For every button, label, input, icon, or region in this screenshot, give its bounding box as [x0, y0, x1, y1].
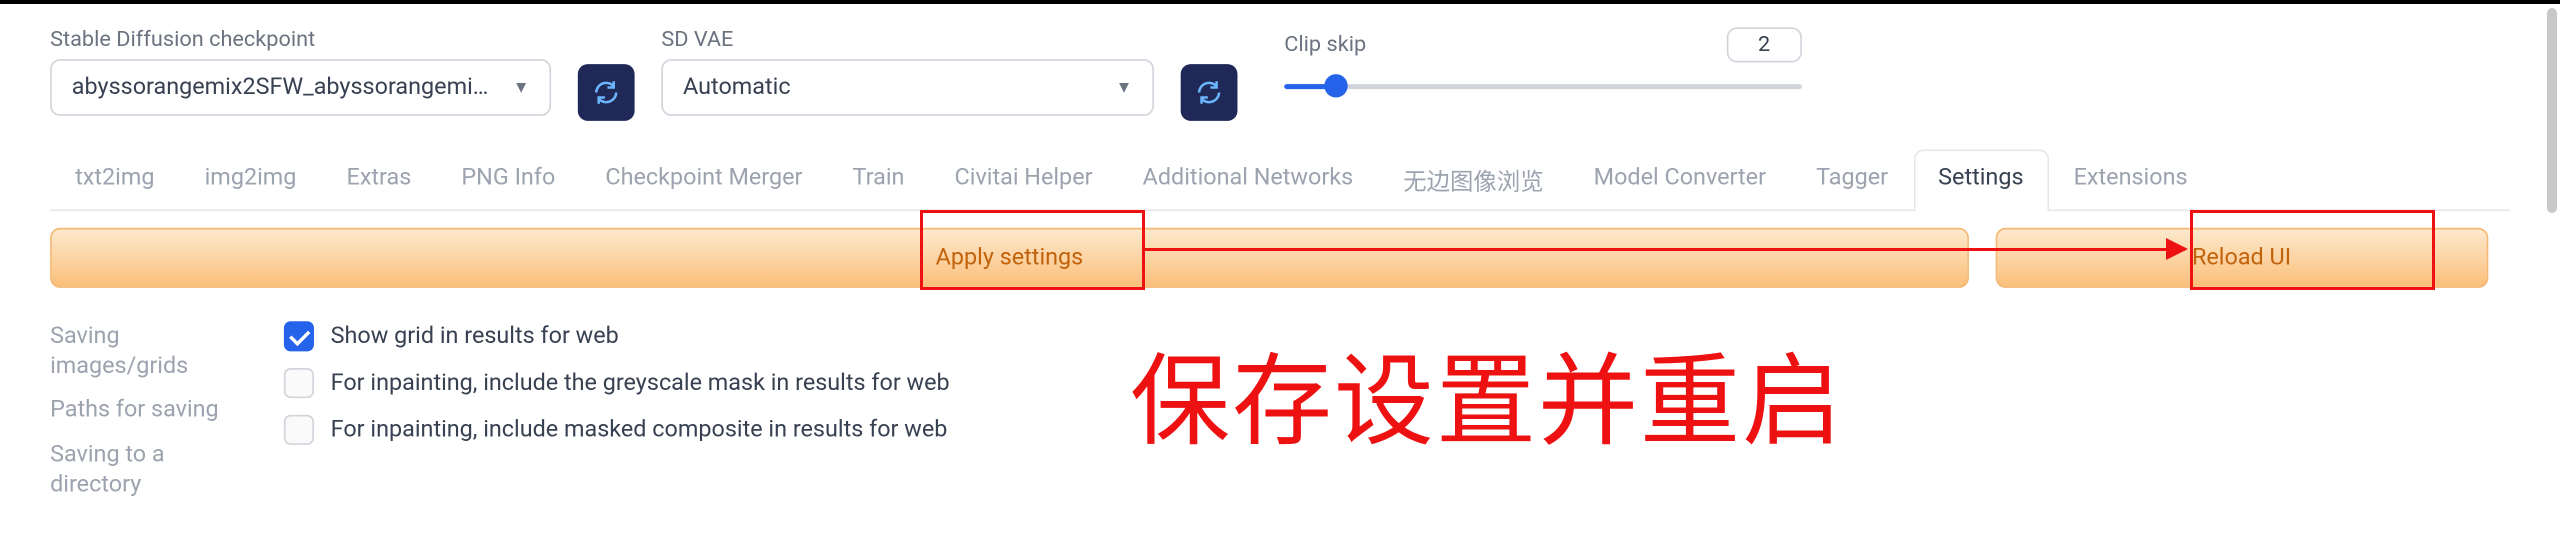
clip-skip-slider[interactable] — [1284, 72, 1802, 99]
checkpoint-value: abyssorangemix2SFW_abyssorangemix2Sfw.sa… — [72, 74, 500, 101]
tab-png-info[interactable]: PNG Info — [436, 149, 580, 211]
vertical-scrollbar[interactable] — [2543, 4, 2560, 536]
reload-ui-button[interactable]: Reload UI — [1996, 228, 2488, 288]
tab-extensions[interactable]: Extensions — [2049, 149, 2213, 211]
vae-field: SD VAE Automatic ▼ — [661, 27, 1154, 116]
checkbox-label: For inpainting, include the greyscale ma… — [331, 370, 950, 397]
apply-settings-button[interactable]: Apply settings — [50, 228, 1969, 288]
top-controls-row: Stable Diffusion checkpoint abyssorangem… — [50, 27, 2510, 121]
refresh-icon — [1194, 77, 1224, 107]
tab-checkpoint-merger[interactable]: Checkpoint Merger — [580, 149, 827, 211]
checkbox-label: For inpainting, include masked composite… — [331, 416, 948, 443]
checkpoint-select[interactable]: abyssorangemix2SFW_abyssorangemix2Sfw.sa… — [50, 59, 551, 116]
checkbox-row[interactable]: For inpainting, include the greyscale ma… — [284, 368, 950, 398]
sidebar-item[interactable]: Paths for saving — [50, 395, 250, 425]
tab-tagger[interactable]: Tagger — [1791, 149, 1913, 211]
checkpoint-label: Stable Diffusion checkpoint — [50, 27, 551, 52]
tab-img2img[interactable]: img2img — [180, 149, 322, 211]
vae-label: SD VAE — [661, 27, 1154, 52]
tab-txt2img[interactable]: txt2img — [50, 149, 179, 211]
tab-无边图像浏览[interactable]: 无边图像浏览 — [1378, 149, 1568, 211]
tabs-bar: txt2imgimg2imgExtrasPNG InfoCheckpoint M… — [50, 148, 2510, 211]
checkbox[interactable] — [284, 368, 314, 398]
settings-content: Saving images/grids Paths for saving Savin… — [50, 315, 2510, 500]
chevron-down-icon: ▼ — [513, 78, 530, 96]
checkbox[interactable] — [284, 321, 314, 351]
slider-track — [1284, 84, 1802, 89]
tab-civitai-helper[interactable]: Civitai Helper — [929, 149, 1117, 211]
settings-sidebar: Saving images/grids Paths for saving Savin… — [50, 315, 250, 500]
scrollbar-thumb[interactable] — [2547, 8, 2557, 213]
sidebar-item[interactable]: Saving images/grids — [50, 321, 250, 382]
settings-checkboxes: Show grid in results for web For inpainti… — [284, 315, 950, 500]
vae-value: Automatic — [683, 74, 791, 101]
sidebar-item[interactable]: Saving to a directory — [50, 439, 250, 500]
checkbox[interactable] — [284, 415, 314, 445]
clip-skip-field: Clip skip 2 — [1284, 27, 1802, 99]
tab-settings[interactable]: Settings — [1913, 149, 2048, 211]
settings-button-row: Apply settings Reload UI — [50, 228, 2510, 288]
vae-select[interactable]: Automatic ▼ — [661, 59, 1154, 116]
tab-additional-networks[interactable]: Additional Networks — [1118, 149, 1379, 211]
refresh-icon — [591, 77, 621, 107]
checkbox-row[interactable]: Show grid in results for web — [284, 321, 950, 351]
slider-thumb[interactable] — [1324, 74, 1347, 97]
tab-train[interactable]: Train — [828, 149, 930, 211]
tab-model-converter[interactable]: Model Converter — [1569, 149, 1791, 211]
clip-skip-value[interactable]: 2 — [1726, 27, 1802, 62]
refresh-vae-button[interactable] — [1181, 64, 1238, 121]
clip-skip-label: Clip skip — [1284, 32, 1366, 57]
tab-extras[interactable]: Extras — [321, 149, 436, 211]
checkpoint-field: Stable Diffusion checkpoint abyssorangem… — [50, 27, 551, 116]
checkbox-row[interactable]: For inpainting, include masked composite… — [284, 415, 950, 445]
refresh-checkpoint-button[interactable] — [578, 64, 635, 121]
checkbox-label: Show grid in results for web — [331, 323, 619, 350]
chevron-down-icon: ▼ — [1116, 78, 1133, 96]
